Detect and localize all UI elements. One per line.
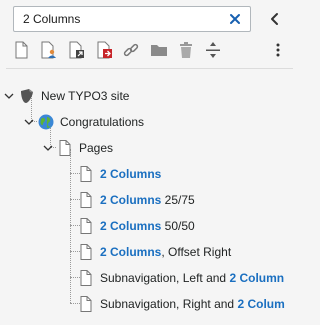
tree-node-label: Subnavigation, Left and 2 Column — [100, 265, 284, 291]
page-icon — [80, 270, 92, 286]
page-icon — [80, 244, 92, 260]
new-page-icon[interactable] — [9, 38, 33, 62]
tree-node-label: 2 Columns 25/75 — [100, 187, 195, 213]
tree-node-pages[interactable]: Pages — [43, 135, 113, 161]
page-icon — [59, 140, 71, 156]
new-page-with-user-icon[interactable] — [37, 38, 61, 62]
tree-node-page[interactable]: 2 Columns 25/75 — [80, 187, 195, 213]
label-rest: , Offset Right — [161, 245, 232, 259]
external-link-icon[interactable] — [119, 38, 143, 62]
tree-node-page[interactable]: 2 Columns 50/50 — [80, 213, 195, 239]
folder-icon[interactable] — [147, 38, 171, 62]
more-options-icon[interactable] — [266, 38, 290, 62]
search-match: 2 Column — [229, 271, 285, 285]
chevron-down-icon[interactable] — [4, 91, 16, 101]
tree-node-page[interactable]: 2 Columns, Offset Right — [80, 239, 231, 265]
spacer-icon[interactable] — [201, 38, 225, 62]
page-icon — [80, 218, 92, 234]
search-match: 2 Columns — [100, 245, 162, 259]
chevron-down-icon[interactable] — [43, 143, 55, 153]
tree-node-label: 2 Columns — [100, 161, 161, 187]
tree-node-page[interactable]: Subnavigation, Right and 2 Colum — [80, 291, 285, 317]
toolbar-divider — [6, 68, 293, 69]
page-tree-toolbar — [0, 38, 299, 64]
chevron-down-icon[interactable] — [24, 117, 36, 127]
tree-guide — [70, 303, 80, 304]
recycler-icon[interactable] — [174, 38, 198, 62]
tree-node-label: Congratulations — [60, 115, 145, 129]
typo3-logo-icon — [19, 88, 35, 104]
search-box — [13, 6, 251, 32]
search-input[interactable] — [14, 7, 224, 31]
new-shortcut-page-icon[interactable] — [65, 38, 89, 62]
page-icon — [80, 296, 92, 312]
tree-node-label: New TYPO3 site — [41, 89, 130, 103]
tree-node-label: 2 Columns, Offset Right — [100, 239, 231, 265]
label-rest: 50/50 — [161, 219, 195, 233]
page-icon — [80, 192, 92, 208]
tree-node-root[interactable]: New TYPO3 site — [4, 83, 129, 109]
tree-node-label: Pages — [79, 141, 114, 155]
label-prefix: Subnavigation, Left and — [100, 271, 230, 285]
search-match: 2 Colum — [237, 297, 285, 311]
tree-guide — [70, 173, 80, 174]
tree-guide — [70, 225, 80, 226]
tree-node-site[interactable]: Congratulations — [24, 109, 144, 135]
clear-search-icon[interactable] — [227, 11, 243, 27]
tree-node-label: 2 Columns 50/50 — [100, 213, 195, 239]
tree-guide — [70, 277, 80, 278]
tree-guide — [70, 251, 80, 252]
tree-node-label: Subnavigation, Right and 2 Colum — [100, 291, 285, 317]
label-prefix: Subnavigation, Right and — [100, 297, 238, 311]
tree-guide — [70, 199, 80, 200]
tree-node-page[interactable]: 2 Columns — [80, 161, 161, 187]
page-icon — [80, 166, 92, 182]
globe-icon — [38, 114, 54, 130]
search-match: 2 Columns — [100, 193, 162, 207]
search-match: 2 Columns — [100, 167, 162, 181]
search-match: 2 Columns — [100, 219, 162, 233]
tree-node-page[interactable]: Subnavigation, Left and 2 Column — [80, 265, 284, 291]
collapse-tree-icon[interactable] — [266, 10, 284, 28]
label-rest: 25/75 — [161, 193, 195, 207]
new-link-page-icon[interactable] — [93, 38, 117, 62]
